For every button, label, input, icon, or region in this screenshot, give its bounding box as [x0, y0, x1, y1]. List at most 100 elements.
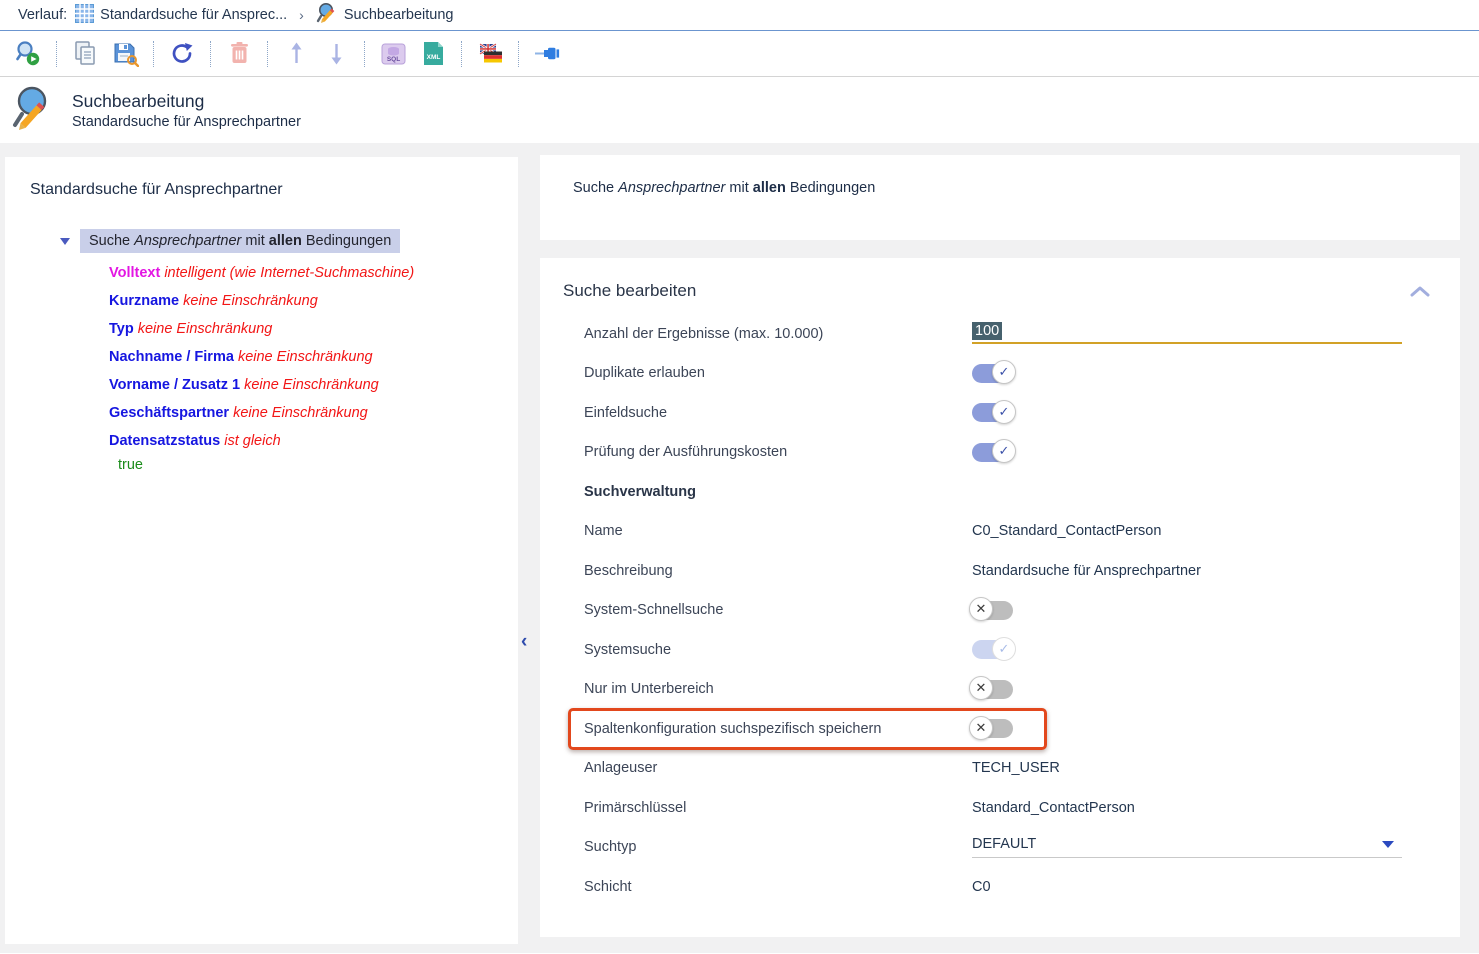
svg-text:SQL: SQL	[386, 56, 399, 63]
breadcrumb-label: Suchbearbeitung	[344, 7, 454, 23]
run-search-button[interactable]	[8, 37, 48, 71]
form-row-duplikate: Duplikate erlauben ✓	[584, 354, 1460, 394]
toolbar-separator	[518, 41, 519, 67]
export-sql-button[interactable]: SQL	[373, 37, 413, 71]
toolbar: SQL XML	[0, 31, 1479, 77]
toggle-on[interactable]: ✓	[972, 443, 1013, 462]
history-label: Verlauf:	[18, 7, 67, 23]
collapse-panel-chevron-icon[interactable]: ‹	[521, 631, 527, 653]
breadcrumb: Verlauf: Standardsuche für Ansprec... ›	[0, 0, 1479, 31]
field-label: Suchtyp	[584, 839, 972, 855]
form-row-anlageuser: Anlageuser TECH_USER	[584, 749, 1460, 789]
condition-node[interactable]: Datensatzstatus ist gleich true	[109, 427, 518, 475]
form-row-schicht: Schicht C0	[584, 867, 1460, 907]
page-header: Suchbearbeitung Standardsuche für Anspre…	[0, 77, 1479, 143]
field-value: Standardsuche für Ansprechpartner	[972, 563, 1402, 579]
suchtyp-select[interactable]: DEFAULT	[972, 836, 1402, 858]
section-header: Suchverwaltung	[584, 484, 972, 500]
form-row-anzahl: Anzahl der Ergebnisse (max. 10.000) 100	[584, 314, 1460, 354]
search-edit-large-icon	[10, 84, 58, 137]
main-area: Standardsuche für Ansprechpartner Suche …	[0, 143, 1479, 953]
field-label: Primärschlüssel	[584, 800, 972, 816]
toggle-on[interactable]: ✓	[972, 364, 1013, 383]
input-selected-text: 100	[972, 322, 1002, 340]
condition-node[interactable]: Volltext intelligent (wie Internet-Suchm…	[109, 259, 518, 287]
tree-root-node[interactable]: Suche Ansprechpartner mit allen Bedingun…	[60, 229, 518, 253]
chevron-right-icon: ›	[299, 7, 304, 23]
form-row-suchtyp: Suchtyp DEFAULT	[584, 828, 1460, 868]
toggle-on[interactable]: ✓	[972, 403, 1013, 422]
condition-value[interactable]: true	[118, 455, 518, 475]
tree-root-label: Suche Ansprechpartner mit allen Bedingun…	[80, 229, 400, 253]
results-count-input[interactable]: 100	[972, 323, 1402, 344]
field-label: Systemsuche	[584, 642, 972, 658]
condition-tree: Suche Ansprechpartner mit allen Bedingun…	[30, 229, 518, 475]
form-row-spaltenkonfiguration: Spaltenkonfiguration suchspezifisch spei…	[584, 709, 1460, 749]
svg-text:XML: XML	[426, 54, 440, 61]
form-row-systemsuche: Systemsuche ✓	[584, 630, 1460, 670]
edit-card-title: Suche bearbeiten	[563, 281, 696, 301]
move-up-button[interactable]	[276, 37, 316, 71]
toggle-off[interactable]: ✕	[972, 680, 1013, 699]
export-xml-button[interactable]: XML	[413, 37, 453, 71]
chevron-down-icon	[1382, 841, 1394, 848]
field-label: Anlageuser	[584, 760, 972, 776]
delete-button[interactable]	[219, 37, 259, 71]
field-label: Duplikate erlauben	[584, 365, 972, 381]
save-button[interactable]	[105, 37, 145, 71]
search-edit-icon	[316, 2, 338, 28]
x-icon: ✕	[969, 597, 993, 621]
page-subtitle: Standardsuche für Ansprechpartner	[72, 114, 301, 130]
field-label: System-Schnellsuche	[584, 602, 972, 618]
summary-sentence: Suche Ansprechpartner mit allen Bedingun…	[573, 180, 1460, 196]
table-grid-icon	[75, 4, 94, 27]
toggle-on-disabled: ✓	[972, 640, 1013, 659]
condition-node[interactable]: Typ keine Einschränkung	[109, 315, 518, 343]
condition-node[interactable]: Geschäftspartner keine Einschränkung	[109, 399, 518, 427]
breadcrumb-item-search-list[interactable]: Standardsuche für Ansprec...	[75, 4, 287, 27]
field-value: C0	[972, 879, 1402, 895]
toolbar-separator	[153, 41, 154, 67]
field-value: Standard_ContactPerson	[972, 800, 1402, 816]
search-tree-panel: Standardsuche für Ansprechpartner Suche …	[5, 157, 518, 944]
form-row-beschreibung: Beschreibung Standardsuche für Ansprechp…	[584, 551, 1460, 591]
condition-node[interactable]: Nachname / Firma keine Einschränkung	[109, 343, 518, 371]
field-label: Einfeldsuche	[584, 405, 972, 421]
field-value: TECH_USER	[972, 760, 1402, 776]
pin-button[interactable]	[527, 37, 567, 71]
edit-card: Suche bearbeiten Anzahl der Ergebnisse (…	[540, 258, 1460, 937]
check-icon: ✓	[992, 400, 1016, 424]
form-row-system-schnellsuche: System-Schnellsuche ✕	[584, 591, 1460, 631]
form-row-primaerschluessel: Primärschlüssel Standard_ContactPerson	[584, 788, 1460, 828]
left-panel-title: Standardsuche für Ansprechpartner	[30, 181, 518, 199]
expander-icon[interactable]	[60, 238, 70, 245]
breadcrumb-item-suchbearbeitung[interactable]: Suchbearbeitung	[316, 2, 454, 28]
form-row-einfeldsuche: Einfeldsuche ✓	[584, 393, 1460, 433]
toolbar-separator	[461, 41, 462, 67]
select-value: DEFAULT	[972, 836, 1036, 852]
form-row-nur-im-unterbereich: Nur im Unterbereich ✕	[584, 670, 1460, 710]
field-label: Prüfung der Ausführungskosten	[584, 444, 972, 460]
field-label: Anzahl der Ergebnisse (max. 10.000)	[584, 326, 972, 342]
field-label: Spaltenkonfiguration suchspezifisch spei…	[584, 721, 972, 737]
collapse-section-button[interactable]	[1410, 286, 1430, 297]
tree-children: Volltext intelligent (wie Internet-Suchm…	[109, 259, 518, 475]
page-title: Suchbearbeitung	[72, 91, 301, 112]
toggle-off[interactable]: ✕	[972, 719, 1013, 738]
condition-node[interactable]: Vorname / Zusatz 1 keine Einschränkung	[109, 371, 518, 399]
summary-card: Suche Ansprechpartner mit allen Bedingun…	[540, 155, 1460, 240]
language-flags-button[interactable]	[470, 37, 510, 71]
field-value: C0_Standard_ContactPerson	[972, 523, 1402, 539]
x-icon: ✕	[969, 676, 993, 700]
field-label: Nur im Unterbereich	[584, 681, 972, 697]
copy-button[interactable]	[65, 37, 105, 71]
move-down-button[interactable]	[316, 37, 356, 71]
field-label: Name	[584, 523, 972, 539]
refresh-button[interactable]	[162, 37, 202, 71]
form-rows: Anzahl der Ergebnisse (max. 10.000) 100 …	[540, 314, 1460, 907]
breadcrumb-label: Standardsuche für Ansprec...	[100, 7, 287, 23]
toggle-off[interactable]: ✕	[972, 601, 1013, 620]
condition-node[interactable]: Kurzname keine Einschränkung	[109, 287, 518, 315]
check-icon: ✓	[992, 360, 1016, 384]
field-label: Schicht	[584, 879, 972, 895]
